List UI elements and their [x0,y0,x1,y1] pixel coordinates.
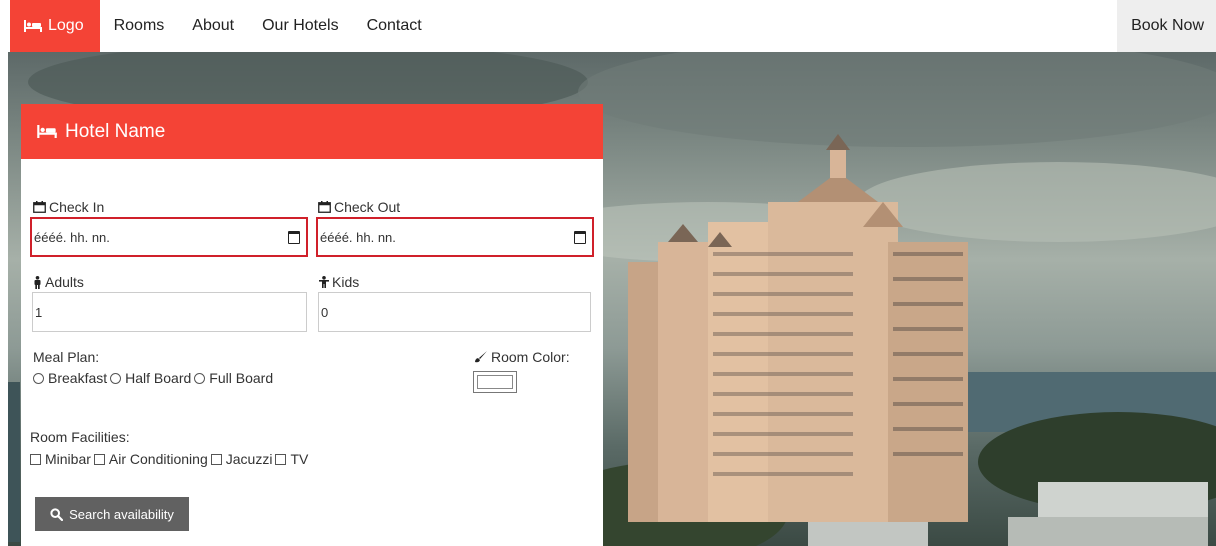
booking-form: Hotel Name Check In éééé. hh. nn. Check … [21,104,603,546]
check-out-input[interactable]: éééé. hh. nn. [316,217,594,257]
check-out-label: Check Out [318,199,400,215]
radio-breakfast[interactable] [33,372,44,384]
search-availability-button[interactable]: Search availability [35,497,189,531]
meal-plan-label-text: Meal Plan: [33,349,100,365]
room-facilities-options: Minibar Air Conditioning Jacuzzi TV [30,451,308,467]
nav-item-label: Contact [366,17,422,34]
search-icon [50,507,64,521]
radio-full-board[interactable] [194,372,206,384]
child-icon [319,276,329,288]
adults-label-text: Adults [45,274,84,290]
adults-input[interactable]: 1 [32,292,307,332]
bed-icon [24,20,42,32]
check-in-input[interactable]: éééé. hh. nn. [30,217,308,257]
check-in-placeholder: éééé. hh. nn. [34,229,110,245]
nav-item-rooms[interactable]: Rooms [100,0,179,52]
calendar-icon[interactable] [288,230,300,244]
adults-label: Adults [33,274,84,290]
nav-item-label: Our Hotels [262,17,339,34]
nav-logo[interactable]: Logo [10,0,100,52]
top-nav: Logo Rooms About Our Hotels Contact Book… [0,0,1216,52]
check-out-placeholder: éééé. hh. nn. [320,229,396,245]
nav-item-contact[interactable]: Contact [353,0,436,52]
kids-label: Kids [319,274,359,290]
calendar-icon [318,201,331,213]
booking-header: Hotel Name [21,104,603,159]
checkbox-tv[interactable] [275,453,287,465]
nav-item-label: About [192,17,235,34]
radio-half-board[interactable] [110,372,122,384]
logo-label: Logo [48,17,84,34]
hotel-name: Hotel Name [65,120,166,142]
nav-item-our-hotels[interactable]: Our Hotels [248,0,352,52]
checkbox-label-air-conditioning: Air Conditioning [108,451,208,467]
meal-plan-options: Breakfast Half Board Full Board [33,370,273,386]
nav-item-label: Rooms [113,17,165,34]
check-out-label-text: Check Out [334,199,401,215]
meal-plan-label: Meal Plan: [33,349,99,365]
paint-brush-icon [475,351,487,363]
checkbox-minibar[interactable] [30,453,41,465]
male-icon [34,275,41,289]
checkbox-jacuzzi[interactable] [210,453,222,465]
nav-item-about[interactable]: About [178,0,248,52]
bed-icon [37,125,57,138]
room-color-picker[interactable] [473,371,517,393]
kids-label-text: Kids [332,274,360,290]
checkbox-label-minibar: Minibar [45,451,91,467]
radio-label-half-board: Half Board [125,370,192,386]
check-in-label: Check In [33,199,104,215]
room-color-label-text: Room Color: [491,349,570,365]
room-facilities-label: Room Facilities: [30,429,130,445]
adults-value: 1 [35,304,43,320]
search-availability-label: Search availability [69,506,174,522]
checkbox-label-jacuzzi: Jacuzzi [225,451,273,467]
check-in-label-text: Check In [49,199,105,215]
radio-label-breakfast: Breakfast [48,370,108,386]
checkbox-air-conditioning[interactable] [93,453,105,465]
radio-label-full-board: Full Board [209,370,274,386]
kids-value: 0 [321,304,329,320]
kids-input[interactable]: 0 [318,292,591,332]
book-now-label: Book Now [1131,17,1204,34]
checkbox-label-tv: TV [290,451,309,467]
calendar-icon [33,201,46,213]
room-color-label: Room Color: [474,349,570,365]
calendar-icon[interactable] [574,230,586,244]
book-now-button[interactable]: Book Now [1117,0,1216,52]
room-facilities-label-text: Room Facilities: [30,429,130,445]
